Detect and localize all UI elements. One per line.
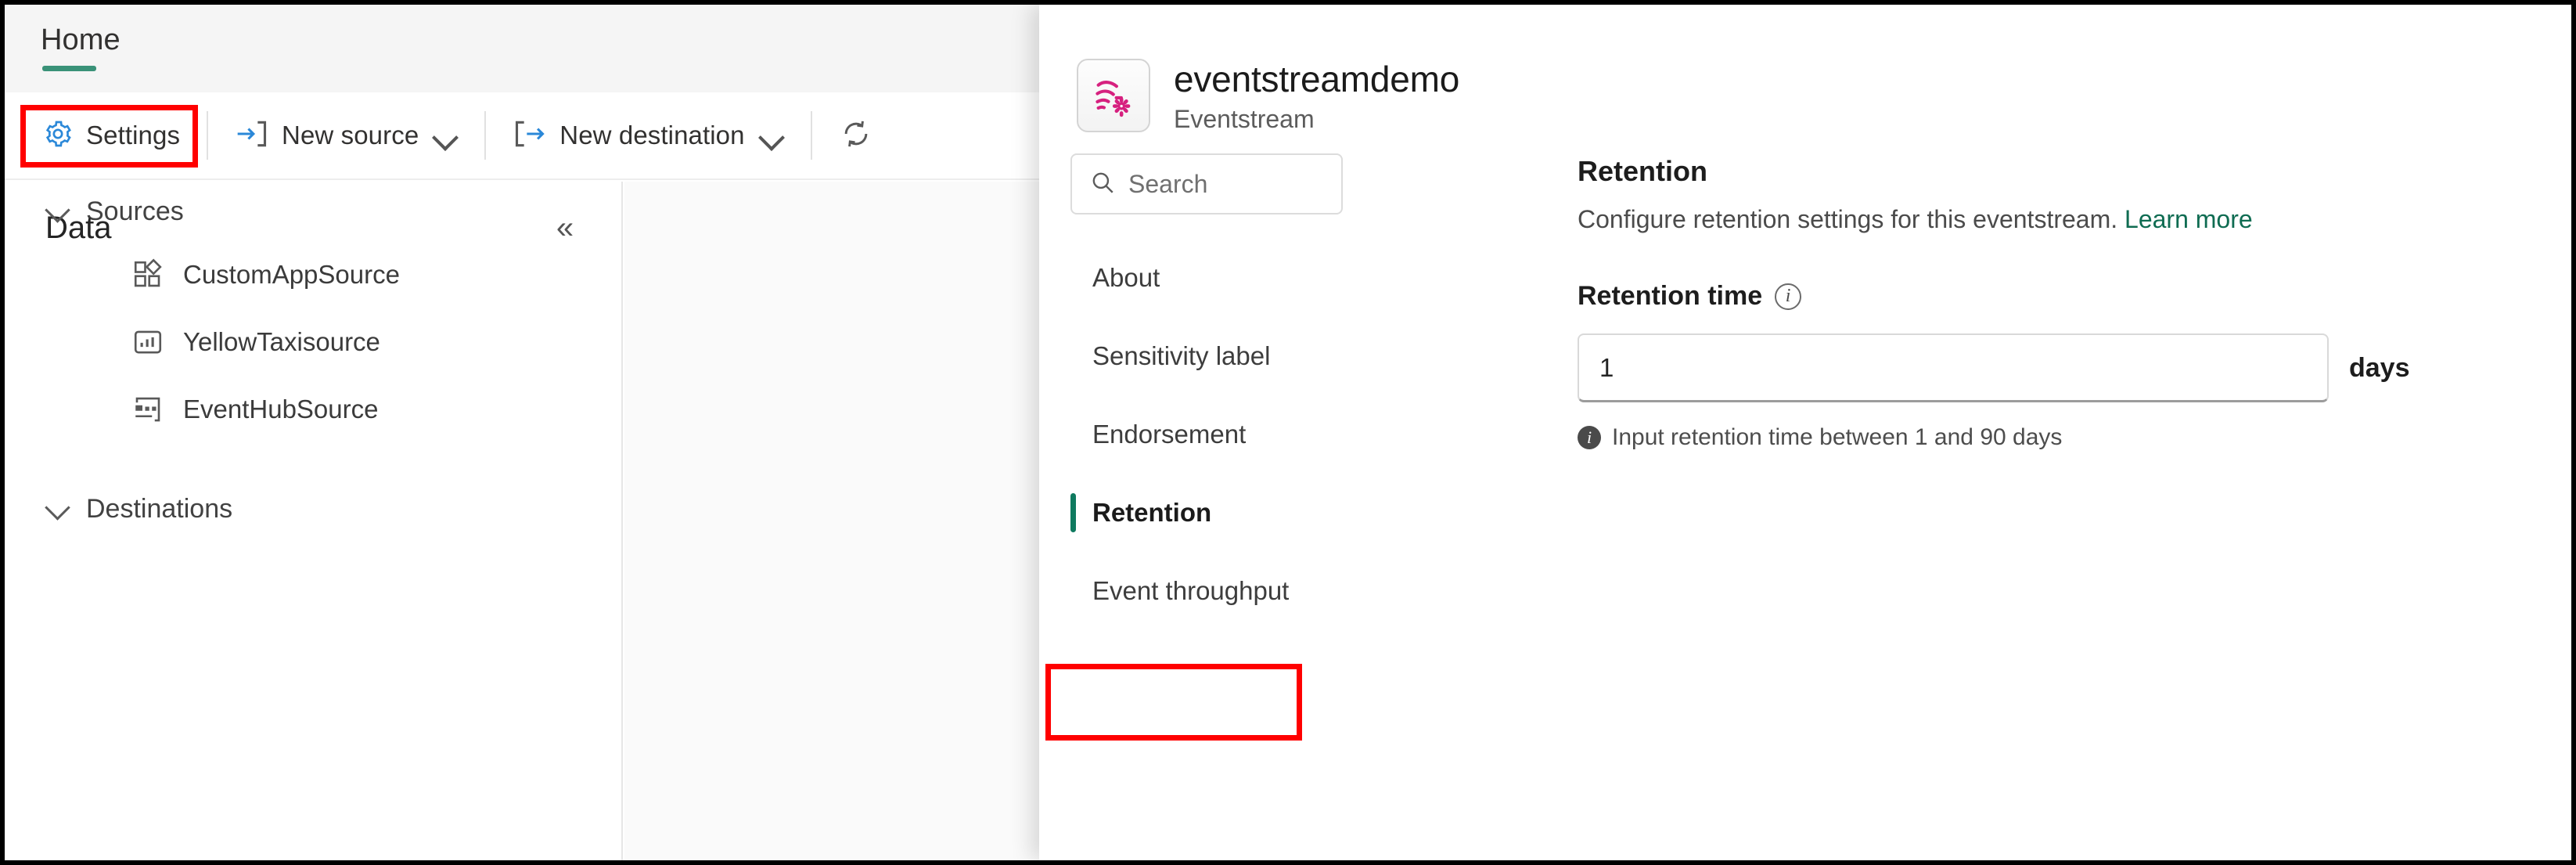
tree-item-eventhubsource[interactable]: EventHubSource xyxy=(5,376,621,443)
command-bar: Settings New source New destination xyxy=(5,92,1039,180)
command-separator xyxy=(207,111,209,160)
item-type-label: Eventstream xyxy=(1174,104,1315,133)
tree-item-label: YellowTaxisource xyxy=(183,327,380,356)
section-description: Configure retention settings for this ev… xyxy=(1578,205,2571,234)
nav-item-sensitivity-label[interactable]: Sensitivity label xyxy=(1070,324,1376,388)
settings-button[interactable]: Settings xyxy=(25,107,197,164)
chevron-down-icon xyxy=(45,200,69,223)
nav-item-label: Retention xyxy=(1092,498,1212,527)
chevron-down-icon xyxy=(45,497,69,521)
tab-home-label: Home xyxy=(41,23,121,56)
refresh-button[interactable] xyxy=(822,107,890,164)
retention-time-label-row: Retention time i xyxy=(1578,281,2571,312)
days-unit-label: days xyxy=(2349,352,2410,383)
search-box[interactable] xyxy=(1070,153,1343,214)
settings-panel-titles: eventstreamdemo Eventstream xyxy=(1174,58,1459,134)
settings-nav: About Sensitivity label Endorsement Rete… xyxy=(1070,153,1376,637)
page-title: eventstreamdemo xyxy=(1174,58,1460,99)
command-separator xyxy=(810,111,812,160)
nav-item-endorsement[interactable]: Endorsement xyxy=(1070,402,1376,467)
arrow-into-bracket-icon xyxy=(235,117,269,155)
refresh-icon xyxy=(839,117,873,155)
chevron-down-icon[interactable] xyxy=(757,122,784,149)
search-icon xyxy=(1089,169,1116,200)
nav-item-label: Sensitivity label xyxy=(1092,341,1271,370)
nav-item-label: Event throughput xyxy=(1092,576,1290,605)
new-source-label: New source xyxy=(282,121,419,150)
eventstream-editor: Home Settings New source New destination… xyxy=(5,5,1039,860)
retention-time-input-row: days xyxy=(1578,333,2571,402)
data-pane: Data « Sources CustomAppSource YellowTax… xyxy=(5,182,623,860)
retention-time-label: Retention time xyxy=(1578,281,1763,311)
gear-icon xyxy=(42,118,74,153)
section-description-text: Configure retention settings for this ev… xyxy=(1578,205,2118,233)
learn-more-link[interactable]: Learn more xyxy=(2124,205,2253,233)
settings-content: Retention Configure retention settings f… xyxy=(1376,153,2571,637)
tree-item-label: EventHubSource xyxy=(183,395,379,423)
eventstream-canvas[interactable] xyxy=(624,182,1039,860)
tree-item-yellowtaxisource[interactable]: YellowTaxisource xyxy=(5,308,621,376)
settings-panel-header: eventstreamdemo Eventstream xyxy=(1039,5,2571,153)
bar-chart-icon xyxy=(131,326,164,359)
settings-panel: eventstreamdemo Eventstream Abou xyxy=(1039,5,2571,860)
command-separator xyxy=(484,111,487,160)
ribbon-tabstrip: Home xyxy=(5,5,1039,92)
event-hub-icon xyxy=(131,393,164,426)
new-destination-button[interactable]: New destination xyxy=(495,107,801,164)
info-filled-icon: i xyxy=(1578,426,1601,449)
new-source-button[interactable]: New source xyxy=(218,107,475,164)
screenshot-frame: Home Settings New source New destination… xyxy=(0,0,2576,865)
settings-button-label: Settings xyxy=(86,121,181,150)
nav-item-label: Endorsement xyxy=(1092,420,1247,449)
new-destination-label: New destination xyxy=(559,121,745,150)
tab-home[interactable]: Home xyxy=(41,22,121,77)
retention-hint: i Input retention time between 1 and 90 … xyxy=(1578,424,2571,451)
nav-item-retention[interactable]: Retention xyxy=(1070,481,1376,545)
collapse-pane-button[interactable]: « xyxy=(545,207,585,248)
retention-time-input[interactable] xyxy=(1578,333,2329,402)
tab-home-underline xyxy=(42,66,96,71)
nav-item-event-throughput[interactable]: Event throughput xyxy=(1070,559,1376,623)
info-icon[interactable]: i xyxy=(1775,283,1802,310)
tree-group-destinations[interactable]: Destinations xyxy=(5,479,621,539)
nav-item-label: About xyxy=(1092,263,1160,292)
data-pane-title: Data xyxy=(45,210,112,245)
nav-item-about[interactable]: About xyxy=(1070,246,1376,310)
search-input[interactable] xyxy=(1128,169,1324,199)
tree-group-destinations-label: Destinations xyxy=(86,493,233,524)
settings-panel-body: About Sensitivity label Endorsement Rete… xyxy=(1039,153,2571,637)
section-title: Retention xyxy=(1578,155,1707,187)
retention-hint-text: Input retention time between 1 and 90 da… xyxy=(1612,424,2063,450)
eventstream-icon xyxy=(1077,59,1150,132)
chevron-down-icon[interactable] xyxy=(431,122,458,149)
bracket-out-arrow-icon xyxy=(513,117,547,155)
data-pane-header: Data « xyxy=(5,182,621,274)
